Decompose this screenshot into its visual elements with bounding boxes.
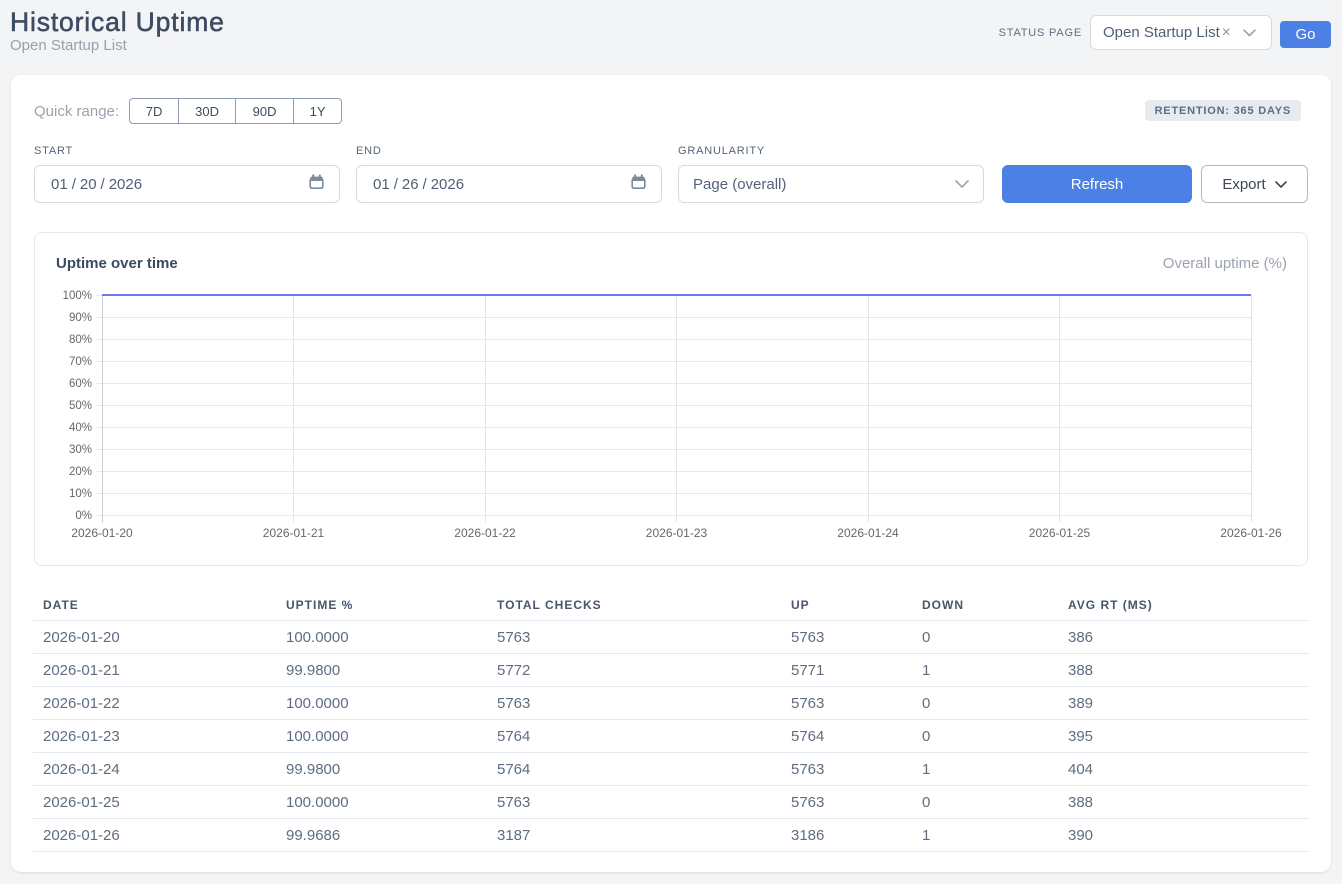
svg-text:100%: 100%: [63, 290, 92, 302]
svg-text:20%: 20%: [69, 466, 92, 478]
svg-text:2026-01-26: 2026-01-26: [1220, 526, 1282, 540]
svg-text:2026-01-23: 2026-01-23: [646, 526, 708, 540]
svg-text:2026-01-22: 2026-01-22: [454, 526, 516, 540]
svg-text:70%: 70%: [69, 356, 92, 368]
svg-text:90%: 90%: [69, 312, 92, 324]
svg-text:80%: 80%: [69, 334, 92, 346]
svg-text:60%: 60%: [69, 378, 92, 390]
svg-text:0%: 0%: [75, 510, 92, 522]
svg-text:2026-01-25: 2026-01-25: [1029, 526, 1091, 540]
svg-text:2026-01-20: 2026-01-20: [71, 526, 133, 540]
svg-text:2026-01-21: 2026-01-21: [263, 526, 325, 540]
svg-text:50%: 50%: [69, 400, 92, 412]
svg-text:30%: 30%: [69, 444, 92, 456]
svg-text:10%: 10%: [69, 488, 92, 500]
svg-text:40%: 40%: [69, 422, 92, 434]
svg-text:2026-01-24: 2026-01-24: [837, 526, 899, 540]
